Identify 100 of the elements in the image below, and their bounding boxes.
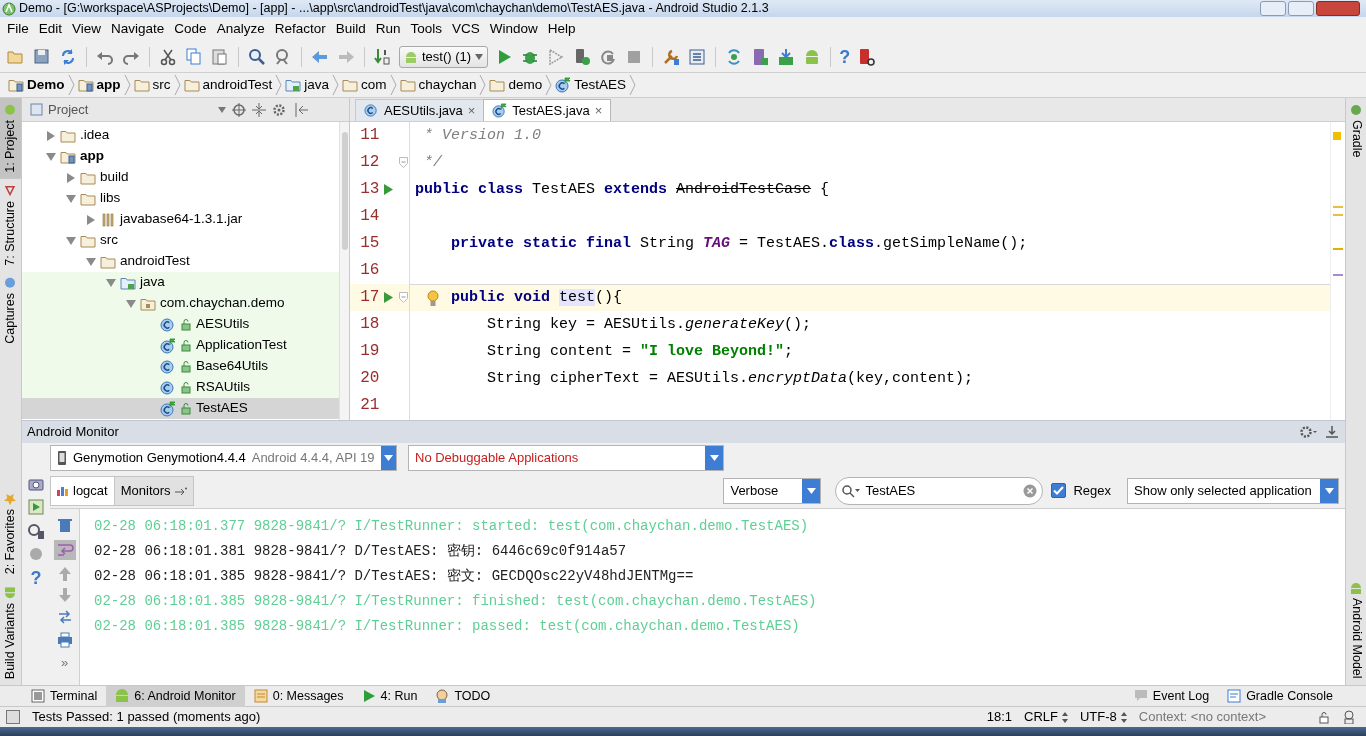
menu-item[interactable]: Build xyxy=(330,20,371,38)
minimize-panel-icon[interactable] xyxy=(1325,425,1339,439)
breadcrumb-item[interactable]: Demo xyxy=(8,76,65,94)
system-info-icon[interactable] xyxy=(27,523,45,539)
tool-window-tab[interactable]: Gradle Console xyxy=(1218,685,1342,707)
inspector-icon[interactable] xyxy=(1342,710,1356,724)
collapsed-arrow-icon[interactable] xyxy=(66,172,76,183)
device-dropdown[interactable]: Genymotion Genymotion4.4.4 Android 4.4.4, API 19 xyxy=(50,445,397,471)
menu-item[interactable]: Tools xyxy=(405,20,447,38)
breadcrumb-item[interactable]: src xyxy=(133,76,171,94)
editor-tab[interactable]: TestAES.java × xyxy=(483,99,612,121)
menu-item[interactable]: Navigate xyxy=(106,20,170,38)
tree-item[interactable]: RSAUtils xyxy=(22,377,339,398)
copy-icon[interactable] xyxy=(184,46,204,67)
gear-icon[interactable] xyxy=(272,102,288,117)
menu-item[interactable]: Edit xyxy=(33,20,68,38)
tree-item[interactable]: .idea xyxy=(22,125,339,146)
tree-item[interactable]: TestAES xyxy=(22,398,339,419)
search-field[interactable]: TestAES xyxy=(835,476,1044,505)
expanded-arrow-icon[interactable] xyxy=(66,235,76,246)
paste-icon[interactable] xyxy=(210,46,230,67)
run-configuration-dropdown[interactable]: test() (1) xyxy=(399,45,489,68)
fold-marker-icon[interactable] xyxy=(398,292,408,303)
menu-item[interactable]: Refactor xyxy=(269,20,331,38)
tool-window-tab[interactable]: Build Variants xyxy=(0,580,21,685)
menu-item[interactable]: VCS xyxy=(447,20,485,38)
menu-item[interactable]: Code xyxy=(169,20,212,38)
search-icon[interactable] xyxy=(247,46,267,67)
record-icon[interactable] xyxy=(29,547,43,561)
expanded-arrow-icon[interactable] xyxy=(86,256,96,267)
more-icon[interactable]: » xyxy=(60,655,69,671)
tree-item[interactable]: java xyxy=(22,272,339,293)
restart-icon[interactable] xyxy=(56,609,73,625)
breadcrumb-item[interactable]: androidTest xyxy=(183,76,273,94)
tree-item[interactable]: ApplicationTest xyxy=(22,335,339,356)
tool-window-tab[interactable]: 6: Android Monitor xyxy=(106,685,245,707)
tree-item[interactable]: javabase64-1.3.1.jar xyxy=(22,209,339,230)
expanded-arrow-icon[interactable] xyxy=(106,277,116,288)
close-tab-icon[interactable]: × xyxy=(467,102,476,119)
expanded-arrow-icon[interactable] xyxy=(46,151,56,162)
minimize-button[interactable] xyxy=(1260,1,1286,16)
close-tab-icon[interactable]: × xyxy=(594,102,603,119)
save-icon[interactable] xyxy=(32,46,52,67)
lock-icon[interactable] xyxy=(1318,710,1330,724)
tool-window-tab[interactable]: 4: Run xyxy=(352,685,427,707)
breadcrumb-item[interactable]: app xyxy=(77,76,121,94)
tree-item[interactable]: com.chaychan.demo xyxy=(22,293,339,314)
tool-window-tab[interactable]: Gradle xyxy=(1346,98,1366,164)
breadcrumb-item[interactable]: chaychan xyxy=(399,76,477,94)
expanded-arrow-icon[interactable] xyxy=(126,298,136,309)
breadcrumb-item[interactable]: com xyxy=(342,76,387,94)
close-button[interactable] xyxy=(1316,1,1360,16)
tool-window-tab[interactable]: 1: Project xyxy=(0,98,21,179)
tool-window-tab[interactable]: Captures xyxy=(0,271,21,351)
editor-tab[interactable]: AESUtils.java × xyxy=(355,99,485,121)
project-structure-icon[interactable] xyxy=(687,46,708,67)
up-arrow-icon[interactable] xyxy=(58,567,71,581)
target-icon[interactable] xyxy=(232,102,246,117)
tool-window-tab[interactable]: 7: Structure xyxy=(0,178,21,272)
encoding-selector[interactable]: UTF-8 xyxy=(1079,709,1127,725)
clear-icon[interactable] xyxy=(1023,483,1038,498)
tree-item[interactable]: libs xyxy=(22,188,339,209)
make-project-icon[interactable] xyxy=(373,46,393,67)
breadcrumb-item[interactable]: java xyxy=(285,76,330,94)
filter-dropdown[interactable]: Show only selected application xyxy=(1127,477,1339,504)
caret-position[interactable]: 18:1 xyxy=(986,709,1012,725)
tree-item[interactable]: app xyxy=(22,146,339,167)
expanded-arrow-icon[interactable] xyxy=(66,193,76,204)
print-icon[interactable] xyxy=(56,632,73,648)
run-gutter-icon[interactable] xyxy=(383,184,393,195)
gear-icon[interactable] xyxy=(1299,425,1317,439)
breadcrumb-item[interactable]: TestAES xyxy=(555,76,626,94)
collapsed-arrow-icon[interactable] xyxy=(46,130,56,141)
help-icon[interactable]: ? xyxy=(30,569,42,587)
collapsed-arrow-icon[interactable] xyxy=(86,214,96,225)
tool-window-tab[interactable]: 2: Favorites xyxy=(0,487,21,581)
screen-record-icon[interactable] xyxy=(28,499,44,515)
menu-item[interactable]: File xyxy=(2,20,34,38)
tree-item[interactable]: Base64Utils xyxy=(22,356,339,377)
camera-icon[interactable] xyxy=(28,477,44,491)
breadcrumb-item[interactable]: demo xyxy=(489,76,543,94)
trash-icon[interactable] xyxy=(56,517,73,533)
application-dropdown[interactable]: No Debuggable Applications xyxy=(408,445,724,471)
tool-window-tab[interactable]: Android Model xyxy=(1346,576,1366,685)
fold-marker-icon[interactable] xyxy=(398,157,408,168)
hide-icon[interactable] xyxy=(294,102,308,117)
tool-window-tab[interactable]: Terminal xyxy=(22,685,107,707)
maximize-button[interactable] xyxy=(1288,1,1314,16)
logcat-tab[interactable]: logcat xyxy=(50,475,115,506)
menu-item[interactable]: Window xyxy=(484,20,543,38)
scrollbar-thumb[interactable] xyxy=(341,132,348,250)
lightbulb-icon[interactable] xyxy=(427,289,439,307)
logcat-tab[interactable]: Monitors xyxy=(113,475,194,506)
tree-item[interactable]: androidTest xyxy=(22,251,339,272)
log-level-dropdown[interactable]: Verbose xyxy=(723,477,822,504)
tree-item[interactable]: src xyxy=(22,230,339,251)
status-toggle-icon[interactable] xyxy=(6,710,20,724)
tree-item[interactable]: build xyxy=(22,167,339,188)
line-separator-selector[interactable]: CRLF xyxy=(1024,709,1068,725)
tool-window-tab[interactable]: 0: Messages xyxy=(244,685,353,707)
